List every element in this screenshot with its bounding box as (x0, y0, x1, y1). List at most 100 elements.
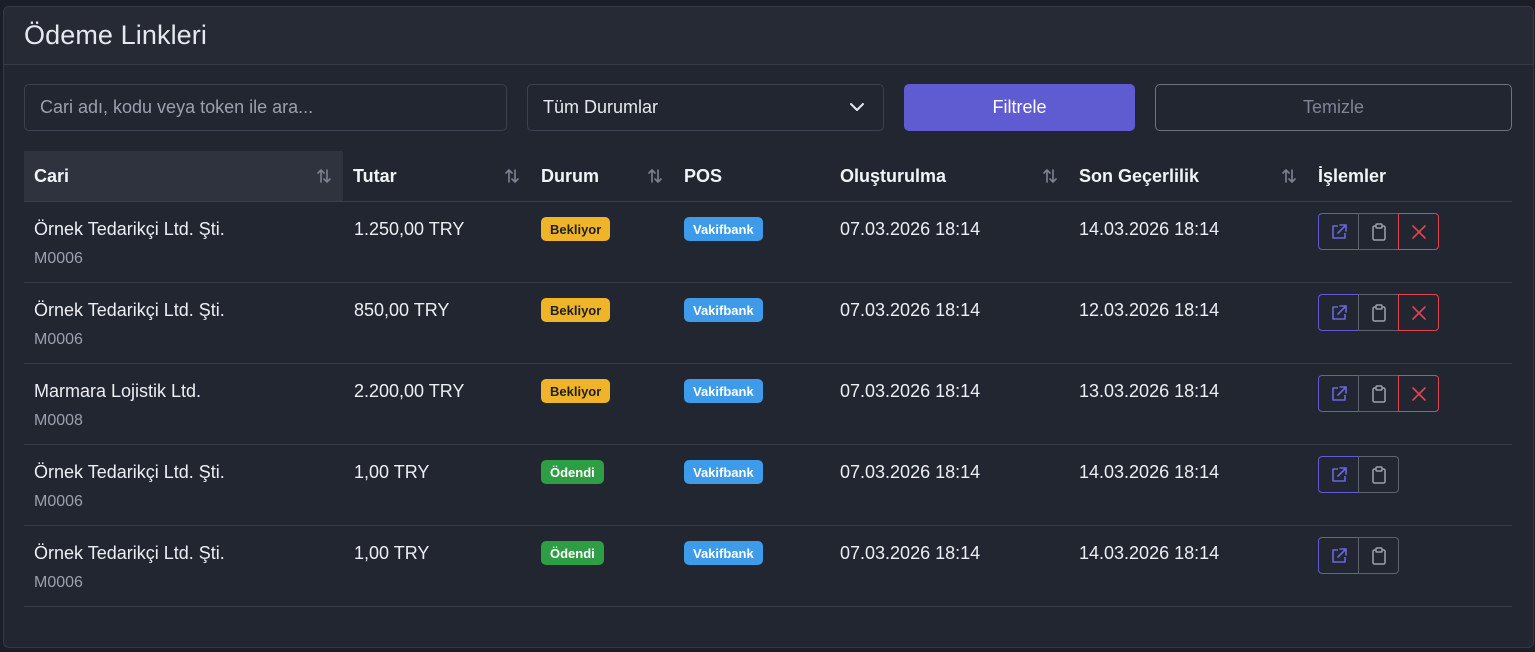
close-icon (1411, 224, 1426, 239)
sort-icon (317, 169, 331, 183)
sort-icon (1282, 169, 1296, 183)
column-header-son-gecerlilik[interactable]: Son Geçerlilik (1069, 151, 1308, 201)
clipboard-icon (1371, 222, 1386, 241)
column-header-label: İşlemler (1318, 165, 1387, 186)
table-row: Örnek Tedarikçi Ltd. Şti. M0006 850,00 TRY… (24, 283, 1512, 364)
close-icon (1411, 386, 1426, 401)
column-header-islemler: İşlemler (1308, 151, 1512, 201)
external-link-icon (1331, 466, 1347, 482)
copy-link-button[interactable] (1358, 537, 1399, 574)
expiry-date: 13.03.2026 18:14 (1079, 381, 1220, 401)
pos-badge: Vakifbank (684, 541, 763, 565)
expiry-date: 14.03.2026 18:14 (1079, 543, 1220, 563)
status-badge: Ödendi (541, 541, 604, 565)
copy-link-button[interactable] (1358, 456, 1399, 493)
table-row: Örnek Tedarikçi Ltd. Şti. M0006 1,00 TRY Öd… (24, 445, 1512, 526)
column-header-tutar[interactable]: Tutar (343, 151, 531, 201)
created-date: 07.03.2026 18:14 (840, 462, 981, 482)
expiry-date: 12.03.2026 18:14 (1079, 300, 1220, 320)
column-header-durum[interactable]: Durum (531, 151, 674, 201)
expiry-date: 14.03.2026 18:14 (1079, 462, 1220, 482)
cari-name: Örnek Tedarikçi Ltd. Şti. (34, 543, 225, 563)
cari-name: Örnek Tedarikçi Ltd. Şti. (34, 219, 225, 239)
payment-links-card: Ödeme Linkleri Tüm Durumlar Filtrele Tem… (3, 6, 1534, 648)
column-header-olusturulma[interactable]: Oluşturulma (830, 151, 1069, 201)
clipboard-icon (1371, 546, 1386, 565)
cancel-link-button[interactable] (1398, 375, 1439, 412)
clipboard-icon (1371, 465, 1386, 484)
external-link-icon (1331, 223, 1347, 239)
page-title: Ödeme Linkleri (24, 20, 207, 50)
external-link-icon (1331, 385, 1347, 401)
amount: 1,00 TRY (354, 543, 430, 563)
open-link-button[interactable] (1318, 213, 1359, 250)
cari-name: Örnek Tedarikçi Ltd. Şti. (34, 300, 225, 320)
column-header-label: Durum (541, 165, 599, 186)
filter-bar: Tüm Durumlar Filtrele Temizle (24, 84, 1514, 132)
column-header-cari[interactable]: Cari (24, 151, 343, 201)
copy-link-button[interactable] (1358, 294, 1399, 331)
row-actions (1318, 294, 1439, 331)
close-icon (1411, 305, 1426, 320)
pos-badge: Vakifbank (684, 298, 763, 322)
clipboard-icon (1371, 303, 1386, 322)
cari-code: M0008 (34, 412, 83, 429)
created-date: 07.03.2026 18:14 (840, 543, 981, 563)
row-actions (1318, 375, 1439, 412)
status-badge: Bekliyor (541, 298, 611, 322)
sort-icon (648, 169, 662, 183)
pos-badge: Vakifbank (684, 217, 763, 241)
created-date: 07.03.2026 18:14 (840, 300, 981, 320)
sort-icon (505, 169, 519, 183)
row-actions (1318, 213, 1439, 250)
amount: 1,00 TRY (354, 462, 430, 482)
cari-code: M0006 (34, 493, 83, 510)
cari-code: M0006 (34, 250, 83, 267)
table-row: Örnek Tedarikçi Ltd. Şti. M0006 1,00 TRY Öd… (24, 526, 1512, 607)
status-select[interactable]: Tüm Durumlar (527, 84, 884, 131)
created-date: 07.03.2026 18:14 (840, 219, 981, 239)
chevron-down-icon (850, 103, 864, 111)
status-badge: Ödendi (541, 460, 604, 484)
pos-badge: Vakifbank (684, 460, 763, 484)
table-body: Örnek Tedarikçi Ltd. Şti. M0006 1.250,00 T… (24, 202, 1512, 607)
amount: 850,00 TRY (354, 300, 450, 320)
expiry-date: 14.03.2026 18:14 (1079, 219, 1220, 239)
status-badge: Bekliyor (541, 379, 611, 403)
column-header-label: Oluşturulma (840, 165, 947, 186)
clipboard-icon (1371, 384, 1386, 403)
cari-name: Örnek Tedarikçi Ltd. Şti. (34, 462, 225, 482)
cancel-link-button[interactable] (1398, 294, 1439, 331)
cari-name: Marmara Lojistik Ltd. (34, 381, 202, 401)
table-row: Örnek Tedarikçi Ltd. Şti. M0006 1.250,00 T… (24, 202, 1512, 283)
created-date: 07.03.2026 18:14 (840, 381, 981, 401)
sort-icon (1043, 169, 1057, 183)
card-header: Ödeme Linkleri (4, 7, 1533, 65)
copy-link-button[interactable] (1358, 375, 1399, 412)
column-header-pos: POS (674, 151, 830, 201)
open-link-button[interactable] (1318, 294, 1359, 331)
open-link-button[interactable] (1318, 456, 1359, 493)
row-actions (1318, 456, 1399, 493)
filter-button[interactable]: Filtrele (904, 84, 1135, 131)
external-link-icon (1331, 547, 1347, 563)
status-select-value: Tüm Durumlar (543, 97, 659, 117)
search-input[interactable] (24, 84, 507, 131)
cancel-link-button[interactable] (1398, 213, 1439, 250)
external-link-icon (1331, 304, 1347, 320)
amount: 1.250,00 TRY (354, 219, 465, 239)
copy-link-button[interactable] (1358, 213, 1399, 250)
cari-code: M0006 (34, 331, 83, 348)
column-header-label: Son Geçerlilik (1079, 165, 1200, 186)
amount: 2.200,00 TRY (354, 381, 465, 401)
column-header-label: POS (684, 165, 723, 186)
table-header: Cari Tutar Durum POS Oluşturulma Son Geçerlil… (24, 151, 1512, 202)
pos-badge: Vakifbank (684, 379, 763, 403)
clear-button[interactable]: Temizle (1155, 84, 1512, 131)
cari-code: M0006 (34, 574, 83, 591)
open-link-button[interactable] (1318, 375, 1359, 412)
open-link-button[interactable] (1318, 537, 1359, 574)
status-badge: Bekliyor (541, 217, 611, 241)
table-row: Marmara Lojistik Ltd. M0008 2.200,00 TRY Be… (24, 364, 1512, 445)
column-header-label: Cari (34, 165, 70, 186)
